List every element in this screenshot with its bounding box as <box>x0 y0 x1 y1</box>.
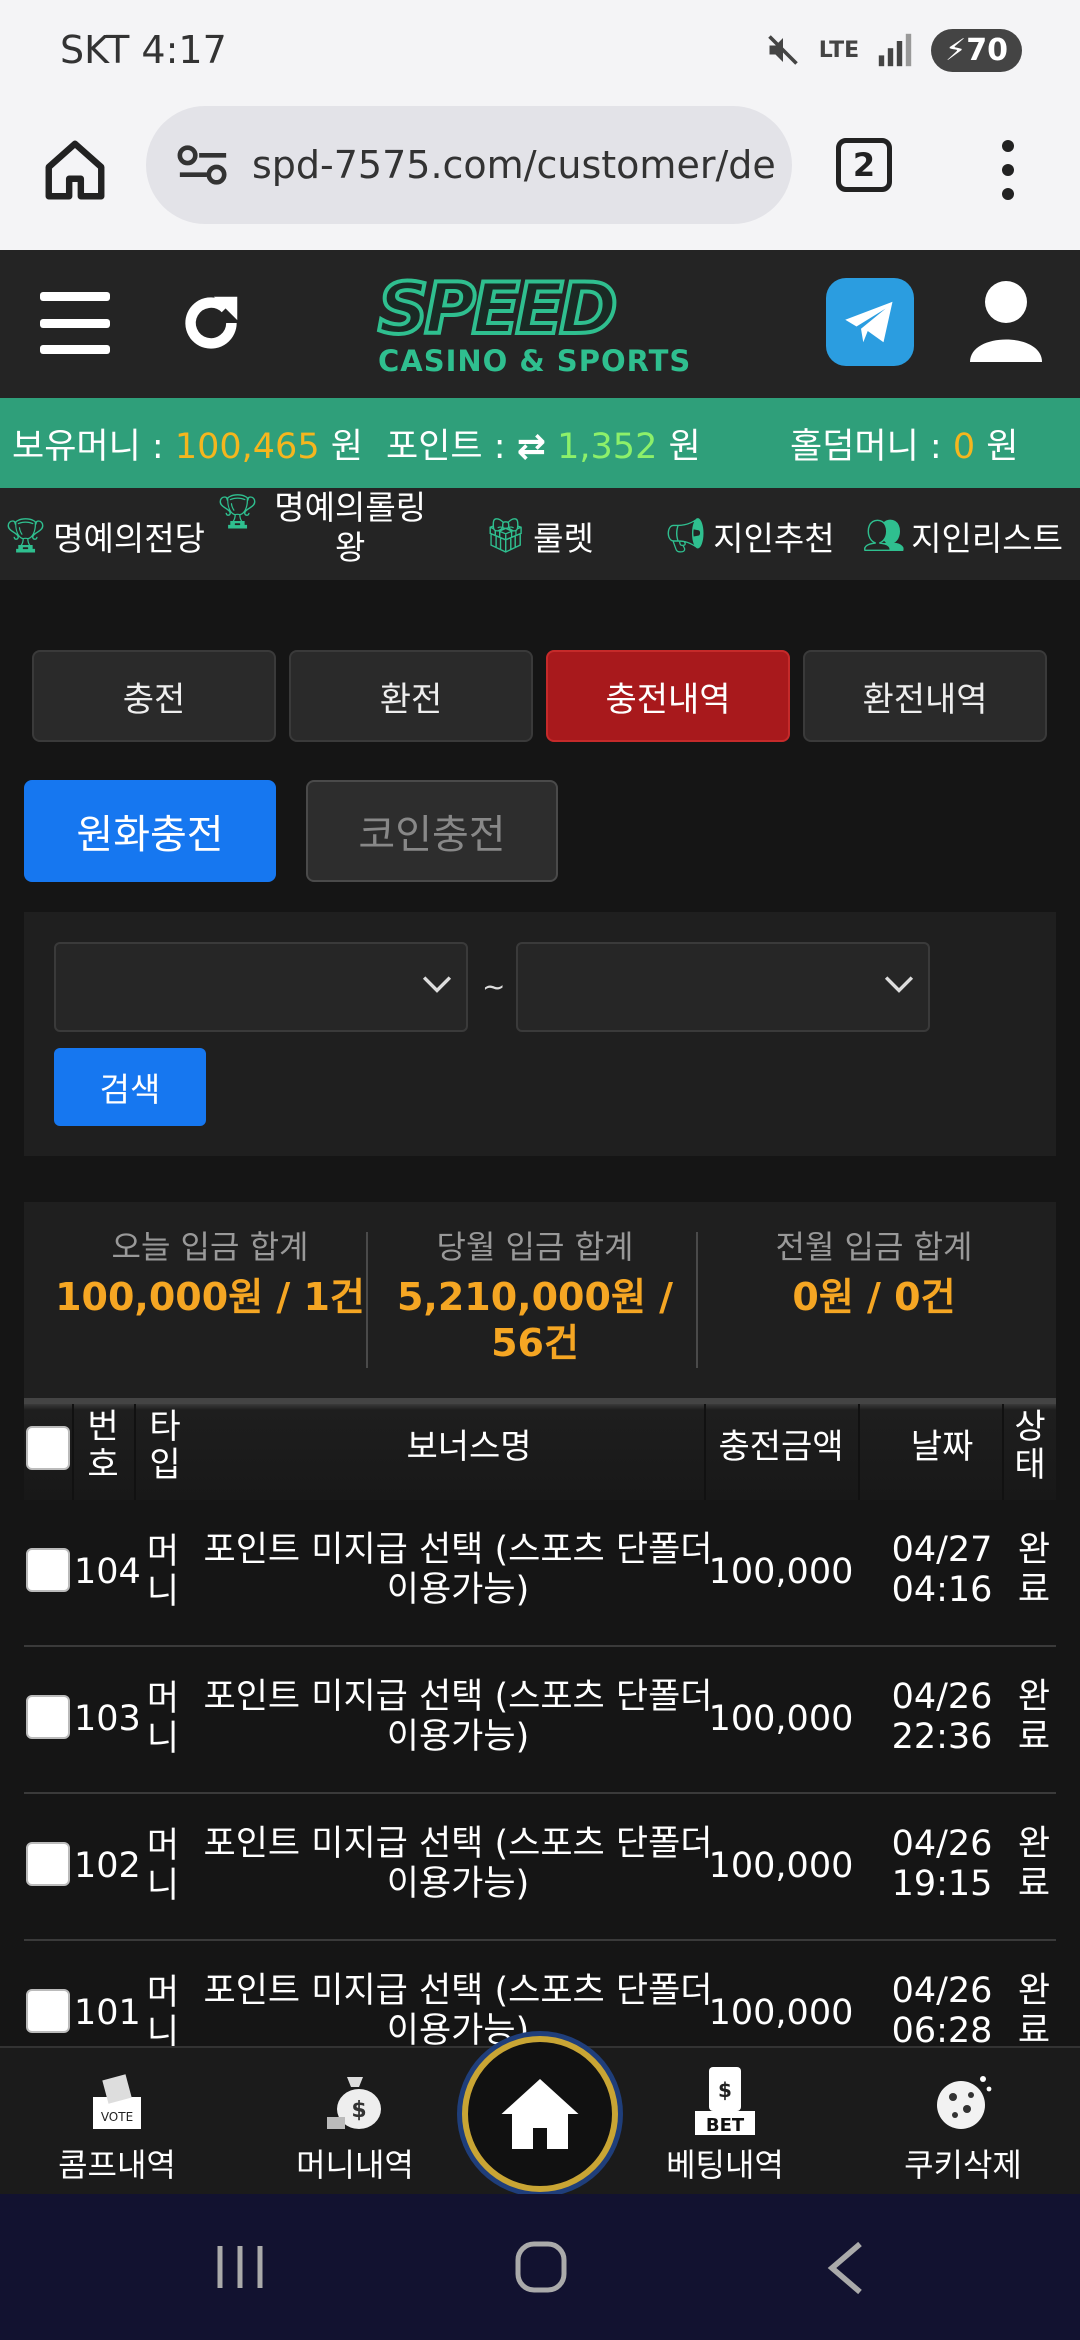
tab-deposit-history[interactable]: 충전내역 <box>546 650 790 742</box>
row-checkbox[interactable] <box>26 1842 70 1886</box>
cookie-icon <box>878 2066 1048 2136</box>
menu-hall-of-fame[interactable]: 🏆︎ 명예의전당 <box>4 512 205 560</box>
nav-comp-history[interactable]: VOTE 콤프내역 <box>32 2066 202 2186</box>
col-header-amount: 충전금액 <box>718 1427 844 1467</box>
held-money-value: 100,465 <box>174 426 320 467</box>
menu-roulette[interactable]: 🎁︎ 룰렛 <box>484 512 594 560</box>
subtab-coin-deposit[interactable]: 코인충전 <box>306 780 558 882</box>
nav-money-history[interactable]: $ 머니내역 <box>270 2066 440 2186</box>
summary-divider <box>696 1232 698 1368</box>
col-header-type: 타입 <box>149 1407 181 1485</box>
convert-icon[interactable]: ⇄ <box>517 427 546 467</box>
telegram-icon[interactable] <box>826 278 914 366</box>
svg-text:$: $ <box>351 2098 366 2123</box>
site-settings-icon[interactable] <box>176 143 230 187</box>
bet-slip-icon: $ BET <box>640 2066 810 2136</box>
network-label: LTE <box>818 37 860 63</box>
select-all-checkbox[interactable] <box>26 1426 70 1470</box>
nav-betting-history[interactable]: $ BET 베팅내역 <box>640 2066 810 2186</box>
tab-withdraw-history[interactable]: 환전내역 <box>803 650 1047 742</box>
col-header-status: 상태 <box>1014 1407 1046 1485</box>
subtab-krw-deposit[interactable]: 원화충전 <box>24 780 276 882</box>
col-header-date: 날짜 <box>910 1427 974 1467</box>
point-balance: 포인트 : ⇄ 1,352 원 <box>386 426 701 467</box>
summary-today: 오늘 입금 합계 100,000원 / 1건 <box>55 1228 365 1319</box>
site-header: SPEED CASINO & SPORTS <box>0 250 1080 398</box>
mute-icon <box>767 35 798 65</box>
nav-delete-cookies[interactable]: 쿠키삭제 <box>878 2066 1048 2186</box>
point-value: 1,352 <box>557 426 658 467</box>
gift-icon: 🎁︎ <box>484 516 528 556</box>
tab-withdraw[interactable]: 환전 <box>289 650 533 742</box>
browser-home-icon[interactable] <box>40 135 110 205</box>
balance-bar: 보유머니 : 100,465 원 포인트 : ⇄ 1,352 원 홀덤머니 : … <box>0 398 1080 488</box>
battery-indicator: ⚡70 <box>931 28 1022 72</box>
users-icon: 👥︎ <box>862 516 906 556</box>
bottom-navigation: VOTE 콤프내역 $ 머니내역 $ BET 베팅내역 쿠키삭제 <box>0 2036 1080 2194</box>
refresh-icon[interactable] <box>176 288 246 358</box>
recent-apps-icon[interactable] <box>212 2242 268 2292</box>
user-profile-icon[interactable] <box>970 278 1042 362</box>
home-button[interactable] <box>462 2036 618 2192</box>
row-checkbox[interactable] <box>26 1548 70 1592</box>
vote-box-icon: VOTE <box>32 2066 202 2136</box>
menu-referral-list[interactable]: 👥︎ 지인리스트 <box>862 512 1063 560</box>
tab-deposit[interactable]: 충전 <box>32 650 276 742</box>
search-button[interactable]: 검색 <box>54 1048 206 1126</box>
date-range-separator: ~ <box>482 970 506 1003</box>
held-money: 보유머니 : 100,465 원 <box>12 426 363 467</box>
table-row: 102 머니 포인트 미지급 선택 (스포츠 단폴더 이용가능) 100,000… <box>24 1794 1056 1941</box>
row-checkbox[interactable] <box>26 1989 70 2033</box>
hamburger-menu-icon[interactable] <box>40 292 110 354</box>
summary-month: 당월 입금 합계 5,210,000원 / 56건 <box>396 1228 674 1365</box>
system-navigation-bar <box>0 2194 1080 2340</box>
holdem-money-value: 0 <box>952 426 976 467</box>
status-carrier-time: SKT 4:17 <box>60 28 227 72</box>
svg-text:BET: BET <box>706 2115 745 2135</box>
col-header-bonus: 보너스명 <box>406 1427 532 1467</box>
home-icon <box>501 2079 579 2149</box>
chevron-down-icon <box>422 976 452 993</box>
megaphone-icon: 📢︎ <box>664 516 708 556</box>
menu-referral[interactable]: 📢︎ 지인추천 <box>664 512 835 560</box>
summary-last-month: 전월 입금 합계 0원 / 0건 <box>775 1228 973 1319</box>
end-date-select[interactable] <box>516 942 930 1032</box>
trophy-icon: 🏆︎ <box>4 516 48 556</box>
table-row: 103 머니 포인트 미지급 선택 (스포츠 단폴더 이용가능) 100,000… <box>24 1647 1056 1794</box>
system-home-icon[interactable] <box>514 2240 568 2294</box>
row-checkbox[interactable] <box>26 1695 70 1739</box>
table-row: 104 머니 포인트 미지급 선택 (스포츠 단폴더 이용가능) 100,000… <box>24 1500 1056 1647</box>
money-bag-icon: $ <box>270 2066 440 2136</box>
deposit-summary: 오늘 입금 합계 100,000원 / 1건 당월 입금 합계 5,210,00… <box>24 1202 1056 1398</box>
date-filter-panel: ~ 검색 <box>24 912 1056 1156</box>
status-icons: LTE ⚡70 <box>765 28 1022 72</box>
svg-text:VOTE: VOTE <box>101 2110 133 2124</box>
summary-divider <box>366 1232 368 1368</box>
holdem-money: 홀덤머니 : 0 원 <box>790 426 1019 467</box>
browser-menu-icon[interactable] <box>998 140 1018 200</box>
back-icon[interactable] <box>826 2240 866 2296</box>
col-header-no: 번호 <box>87 1407 119 1485</box>
tab-switcher-button[interactable]: 2 <box>836 138 892 192</box>
url-text: spd-7575.com/customer/de <box>252 143 776 187</box>
quick-menu: 🏆︎ 명예의전당 🏆︎ 명예의롤링왕 🎁︎ 룰렛 📢︎ 지인추천 👥︎ 지인리스트 <box>0 488 1080 580</box>
chevron-down-icon <box>884 976 914 993</box>
signal-icon <box>878 33 912 67</box>
status-bar: SKT 4:17 LTE ⚡70 <box>0 0 1080 100</box>
trophy-icon: 🏆︎ <box>216 492 260 532</box>
menu-rolling-king[interactable]: 🏆︎ 명예의롤링왕 <box>216 488 436 568</box>
history-table-header: 번호 타입 보너스명 충전금액 날짜 상태 <box>24 1398 1056 1500</box>
svg-text:$: $ <box>718 2078 732 2102</box>
site-logo[interactable]: SPEED CASINO & SPORTS <box>376 272 704 384</box>
start-date-select[interactable] <box>54 942 468 1032</box>
url-bar[interactable]: spd-7575.com/customer/de <box>146 106 792 224</box>
browser-toolbar: spd-7575.com/customer/de 2 <box>0 100 1080 250</box>
